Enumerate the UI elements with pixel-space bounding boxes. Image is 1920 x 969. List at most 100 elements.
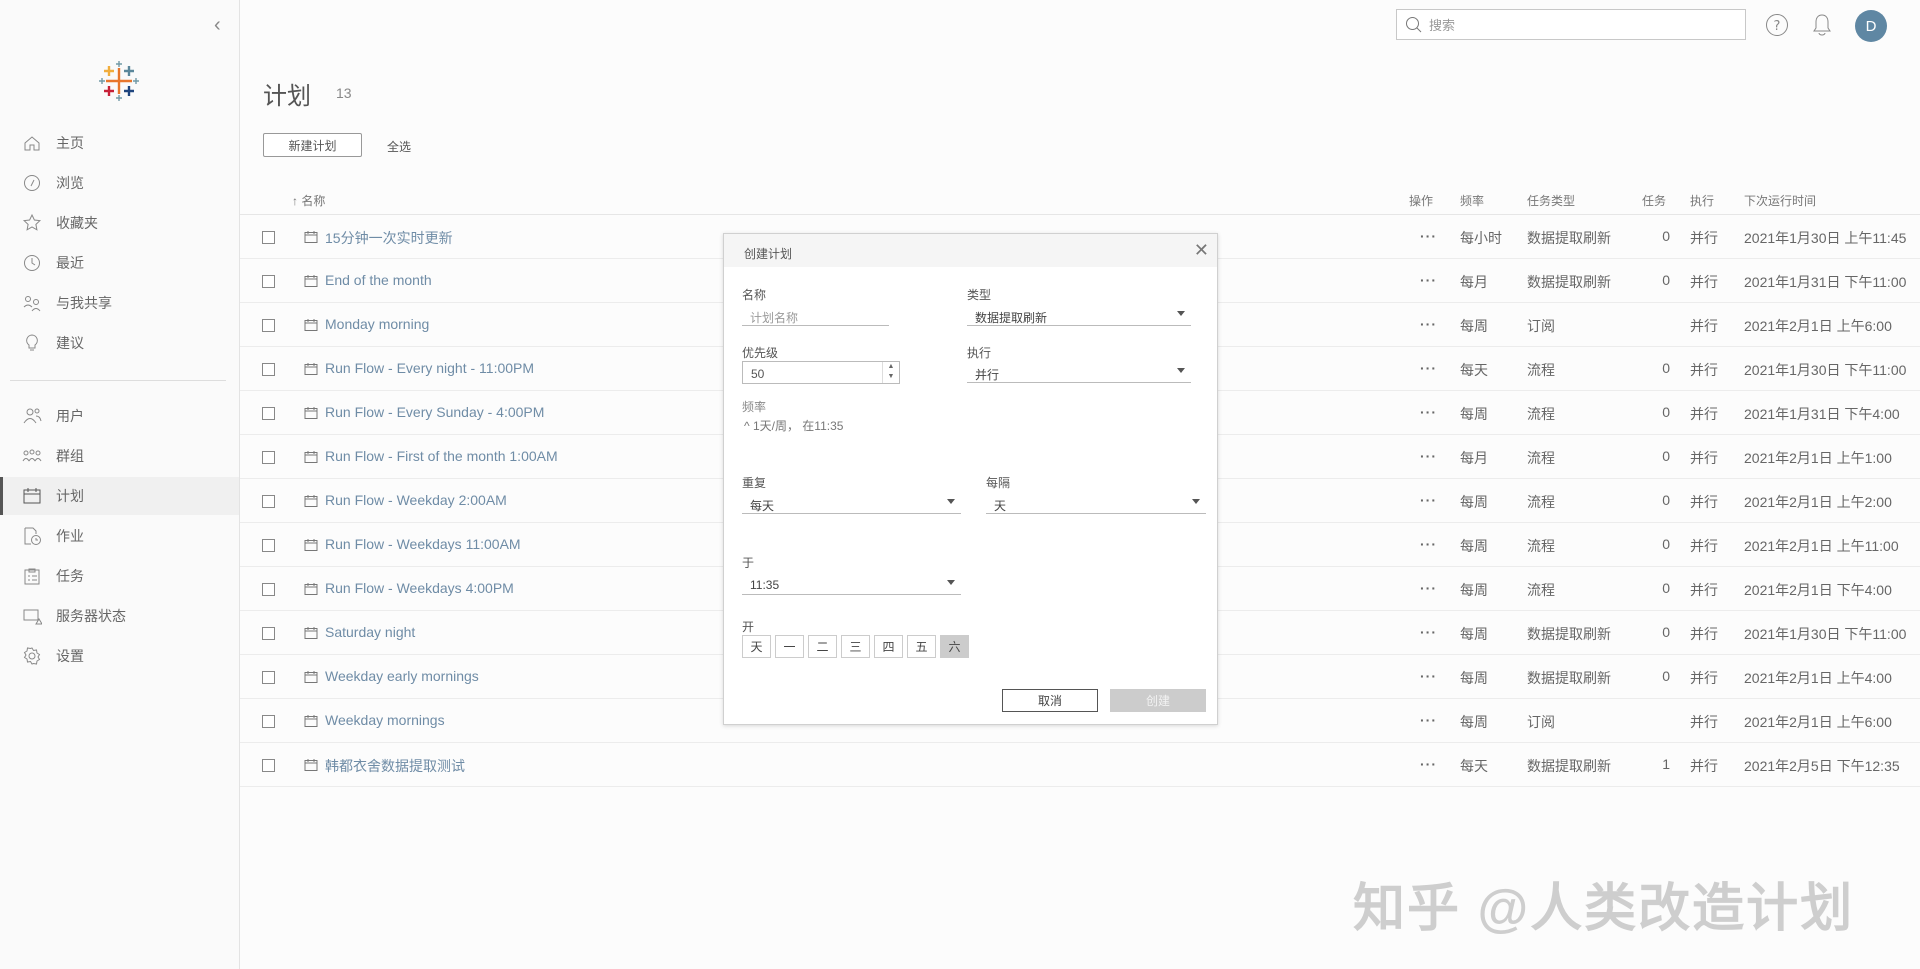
more-actions-icon[interactable]: ··· bbox=[1420, 316, 1437, 332]
every-select[interactable]: 天 bbox=[986, 490, 1206, 514]
schedule-name-link[interactable]: Run Flow - Weekday 2:00AM bbox=[325, 492, 507, 508]
sidebar-item-7[interactable]: 群组 bbox=[0, 437, 239, 475]
day-toggle-0[interactable]: 天 bbox=[742, 635, 771, 658]
tasks-cell: 0 bbox=[1662, 228, 1670, 244]
stepper-arrows-icon[interactable]: ▲ ▼ bbox=[882, 362, 899, 383]
column-tasks[interactable]: 任务 bbox=[1642, 192, 1666, 209]
execution-cell: 并行 bbox=[1690, 274, 1718, 290]
row-checkbox[interactable] bbox=[262, 275, 275, 288]
row-checkbox[interactable] bbox=[262, 407, 275, 420]
schedule-name-link[interactable]: 15分钟一次实时更新 bbox=[325, 228, 453, 248]
at-label: 于 bbox=[742, 556, 755, 570]
frequency-cell: 每周 bbox=[1460, 714, 1488, 730]
row-checkbox[interactable] bbox=[262, 363, 275, 376]
more-actions-icon[interactable]: ··· bbox=[1420, 668, 1437, 684]
column-execution[interactable]: 执行 bbox=[1690, 192, 1714, 209]
more-actions-icon[interactable]: ··· bbox=[1420, 712, 1437, 728]
sidebar-item-11[interactable]: 服务器状态 bbox=[0, 597, 239, 635]
schedule-name-link[interactable]: Run Flow - Every night - 11:00PM bbox=[325, 360, 534, 376]
more-actions-icon[interactable]: ··· bbox=[1420, 624, 1437, 640]
row-checkbox[interactable] bbox=[262, 539, 275, 552]
column-frequency[interactable]: 频率 bbox=[1460, 192, 1484, 209]
schedule-name-link[interactable]: Weekday mornings bbox=[325, 712, 445, 728]
column-name[interactable]: ↑ 名称 bbox=[292, 192, 325, 209]
star-icon bbox=[22, 213, 42, 231]
more-actions-icon[interactable]: ··· bbox=[1420, 404, 1437, 420]
home-icon bbox=[24, 136, 40, 151]
row-checkbox[interactable] bbox=[262, 671, 275, 684]
sidebar-item-1[interactable]: 浏览 bbox=[0, 164, 239, 202]
sidebar-item-label: 与我共享 bbox=[56, 295, 112, 311]
close-icon[interactable]: ✕ bbox=[1194, 240, 1209, 261]
day-toggle-6[interactable]: 六 bbox=[940, 635, 969, 658]
day-toggle-2[interactable]: 二 bbox=[808, 635, 837, 658]
column-task-type[interactable]: 任务类型 bbox=[1527, 192, 1575, 209]
day-toggle-3[interactable]: 三 bbox=[841, 635, 870, 658]
schedule-name-link[interactable]: Monday morning bbox=[325, 316, 429, 332]
cancel-button[interactable]: 取消 bbox=[1002, 689, 1098, 712]
row-checkbox[interactable] bbox=[262, 627, 275, 640]
schedule-name-link[interactable]: 韩都衣舍数据提取测试 bbox=[325, 756, 465, 776]
priority-label: 优先级 bbox=[742, 346, 779, 360]
sidebar-item-8[interactable]: 计划 bbox=[0, 477, 239, 515]
schedule-name-link[interactable]: Run Flow - Weekdays 4:00PM bbox=[325, 580, 514, 596]
time-select[interactable]: 11:35 bbox=[742, 571, 961, 595]
search-input[interactable]: 搜索 bbox=[1396, 9, 1746, 40]
type-select[interactable]: 数据提取刷新 bbox=[967, 302, 1191, 326]
schedule-name-input[interactable]: 计划名称 bbox=[742, 302, 889, 326]
sidebar-item-10[interactable]: 任务 bbox=[0, 557, 239, 595]
sidebar-item-label: 浏览 bbox=[56, 175, 84, 191]
sidebar-item-9[interactable]: 作业 bbox=[0, 517, 239, 555]
sidebar-item-12[interactable]: 设置 bbox=[0, 637, 239, 675]
bell-icon[interactable] bbox=[1809, 12, 1835, 38]
more-actions-icon[interactable]: ··· bbox=[1420, 492, 1437, 508]
row-checkbox[interactable] bbox=[262, 495, 275, 508]
execution-select[interactable]: 并行 bbox=[967, 359, 1191, 383]
more-actions-icon[interactable]: ··· bbox=[1420, 448, 1437, 464]
sidebar-item-3[interactable]: 最近 bbox=[0, 244, 239, 282]
day-toggle-5[interactable]: 五 bbox=[907, 635, 936, 658]
sidebar-item-2[interactable]: 收藏夹 bbox=[0, 204, 239, 242]
frequency-cell: 每周 bbox=[1460, 406, 1488, 422]
select-all-button[interactable]: 全选 bbox=[387, 138, 411, 155]
more-actions-icon[interactable]: ··· bbox=[1420, 360, 1437, 376]
more-actions-icon[interactable]: ··· bbox=[1420, 272, 1437, 288]
day-toggle-1[interactable]: 一 bbox=[775, 635, 804, 658]
repeat-select[interactable]: 每天 bbox=[742, 490, 961, 514]
task-type-cell: 数据提取刷新 bbox=[1527, 758, 1611, 774]
row-checkbox[interactable] bbox=[262, 583, 275, 596]
sidebar-item-6[interactable]: 用户 bbox=[0, 397, 239, 435]
create-button[interactable]: 创建 bbox=[1110, 689, 1206, 712]
column-next-run[interactable]: 下次运行时间 bbox=[1744, 192, 1816, 209]
tasks-icon bbox=[24, 568, 40, 585]
schedule-name-link[interactable]: Run Flow - First of the month 1:00AM bbox=[325, 448, 558, 464]
schedule-name-link[interactable]: Weekday early mornings bbox=[325, 668, 479, 684]
collapse-sidebar-icon[interactable]: ‹ bbox=[214, 14, 221, 37]
more-actions-icon[interactable]: ··· bbox=[1420, 536, 1437, 552]
avatar[interactable]: D bbox=[1855, 10, 1887, 42]
sidebar-item-5[interactable]: 建议 bbox=[0, 324, 239, 362]
calendar-icon bbox=[304, 671, 318, 683]
schedule-name-link[interactable]: End of the month bbox=[325, 272, 432, 288]
more-actions-icon[interactable]: ··· bbox=[1420, 580, 1437, 596]
schedule-name-link[interactable]: Saturday night bbox=[325, 624, 415, 640]
day-toggle-4[interactable]: 四 bbox=[874, 635, 903, 658]
tasks-cell: 0 bbox=[1662, 580, 1670, 596]
new-schedule-button[interactable]: 新建计划 bbox=[263, 133, 362, 157]
row-checkbox[interactable] bbox=[262, 759, 275, 772]
priority-stepper[interactable]: 50 ▲ ▼ bbox=[742, 361, 900, 384]
row-checkbox[interactable] bbox=[262, 451, 275, 464]
schedule-name-link[interactable]: Run Flow - Weekdays 11:00AM bbox=[325, 536, 521, 552]
sidebar-item-label: 主页 bbox=[56, 135, 84, 151]
row-checkbox[interactable] bbox=[262, 715, 275, 728]
sidebar-item-4[interactable]: 与我共享 bbox=[0, 284, 239, 322]
more-actions-icon[interactable]: ··· bbox=[1420, 228, 1437, 244]
more-actions-icon[interactable]: ··· bbox=[1420, 756, 1437, 772]
row-checkbox[interactable] bbox=[262, 319, 275, 332]
help-icon[interactable]: ? bbox=[1764, 12, 1790, 38]
frequency-cell: 每周 bbox=[1460, 538, 1488, 554]
sidebar-item-0[interactable]: 主页 bbox=[0, 124, 239, 162]
frequency-toggle[interactable]: ^ 1天/周， 在11:35 bbox=[744, 417, 843, 434]
schedule-name-link[interactable]: Run Flow - Every Sunday - 4:00PM bbox=[325, 404, 544, 420]
row-checkbox[interactable] bbox=[262, 231, 275, 244]
